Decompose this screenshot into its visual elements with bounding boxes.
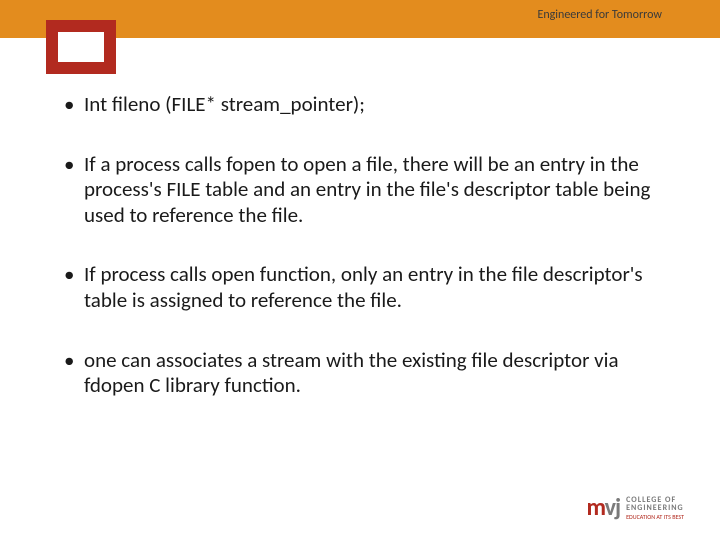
logo-text-line3: EDUCATION AT ITS BEST bbox=[626, 514, 684, 520]
logo-mark: mvj bbox=[586, 493, 620, 522]
bullet-list: Int fileno (FILE* stream_pointer); If a … bbox=[60, 92, 664, 399]
header-tagline: Engineered for Tomorrow bbox=[537, 8, 662, 22]
logo-letter-m: m bbox=[586, 493, 604, 522]
bullet-item: one can associates a stream with the exi… bbox=[60, 348, 664, 399]
logo-text-line2: ENGINEERING bbox=[626, 504, 684, 512]
logo-text: COLLEGE OF ENGINEERING EDUCATION AT ITS … bbox=[626, 496, 684, 520]
header-notch-inner bbox=[58, 32, 104, 62]
logo-letter-vj: vj bbox=[605, 493, 620, 522]
content-area: Int fileno (FILE* stream_pointer); If a … bbox=[60, 92, 664, 433]
slide: Engineered for Tomorrow Int fileno (FILE… bbox=[0, 0, 720, 540]
bullet-item: If process calls open function, only an … bbox=[60, 262, 664, 313]
bullet-item: Int fileno (FILE* stream_pointer); bbox=[60, 92, 664, 118]
bullet-item: If a process calls fopen to open a file,… bbox=[60, 152, 664, 229]
footer-logo: mvj COLLEGE OF ENGINEERING EDUCATION AT … bbox=[586, 493, 684, 522]
